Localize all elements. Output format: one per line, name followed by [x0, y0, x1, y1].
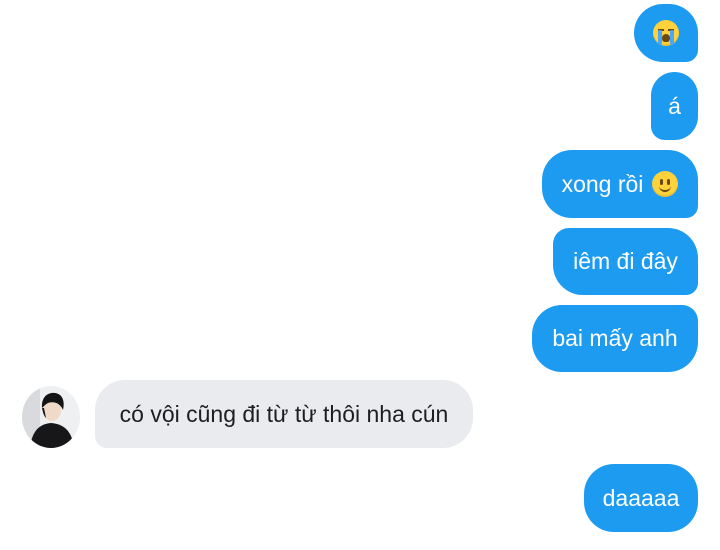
- message-text: xong rồi: [561, 170, 644, 197]
- message-text: á: [668, 92, 681, 119]
- chat-thread: á xong rồi iêm đi đây bai mấy anh có vội…: [0, 0, 720, 550]
- message-text: daaaaa: [602, 484, 680, 511]
- message-bubble-incoming[interactable]: có vội cũng đi từ từ thôi nha cún: [95, 380, 473, 448]
- message-bubble-outgoing[interactable]: daaaaa: [584, 464, 698, 532]
- message-bubble-outgoing[interactable]: á: [651, 72, 698, 140]
- message-bubble-outgoing[interactable]: xong rồi: [542, 150, 698, 218]
- message-bubble-outgoing[interactable]: [634, 4, 698, 62]
- slightly-smiling-face-icon: [652, 171, 679, 197]
- message-text: iêm đi đây: [573, 248, 678, 274]
- loudly-crying-face-icon: [653, 20, 679, 46]
- message-bubble-outgoing[interactable]: iêm đi đây: [553, 228, 698, 295]
- user-avatar[interactable]: [22, 386, 80, 448]
- avatar-photo: [22, 386, 80, 448]
- message-text: bai mấy anh: [552, 325, 678, 351]
- message-bubble-outgoing[interactable]: bai mấy anh: [532, 305, 698, 372]
- message-text: có vội cũng đi từ từ thôi nha cún: [119, 400, 449, 427]
